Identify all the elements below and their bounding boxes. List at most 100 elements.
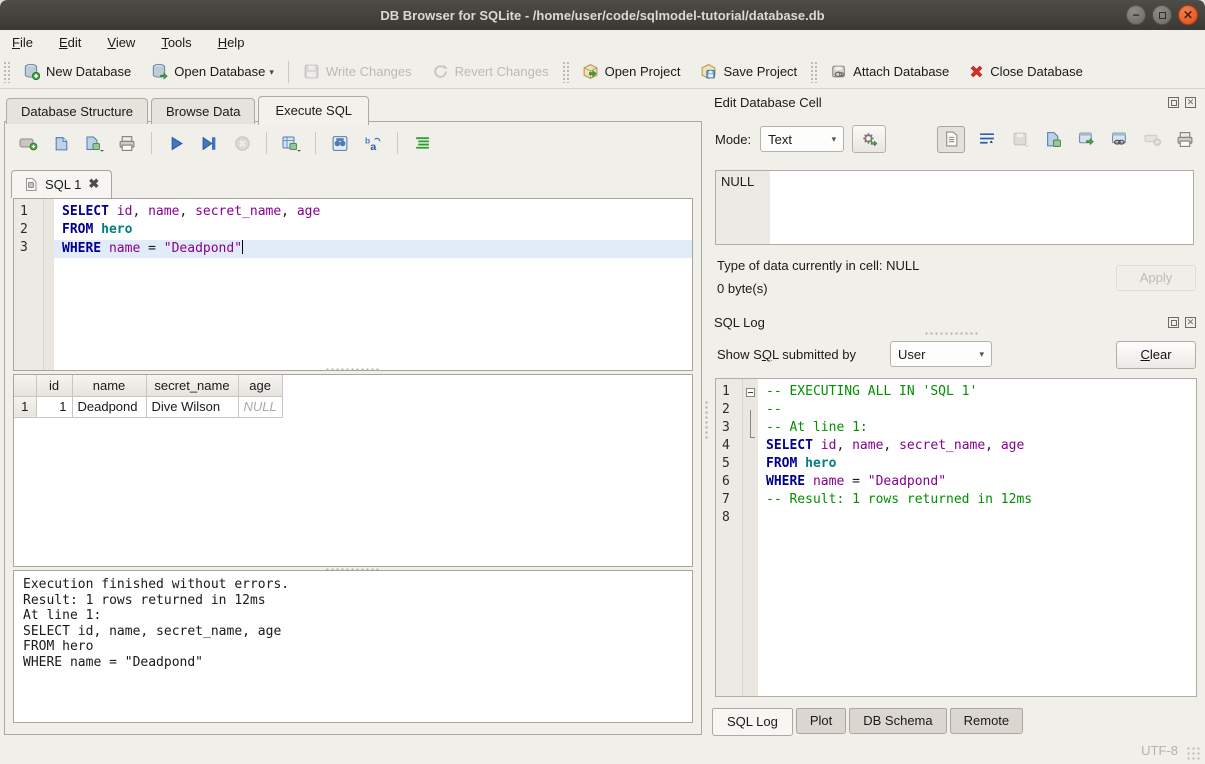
cell-value-gutter: NULL <box>716 171 770 244</box>
attach-database-label: Attach Database <box>853 64 949 79</box>
editor-text-area[interactable]: SELECT id, name, secret_name, age FROM h… <box>54 199 692 370</box>
results-header-row: id name secret_name age <box>14 375 282 396</box>
sql-log-view[interactable]: 12 34 56 78 -- EXECUTING ALL IN 'SQL 1' … <box>715 378 1197 697</box>
gear-icon <box>861 131 878 148</box>
print-cell-button[interactable] <box>1174 127 1196 151</box>
cell-secret-name[interactable]: Dive Wilson <box>146 396 238 417</box>
close-dock-icon[interactable]: ✕ <box>1185 317 1196 328</box>
corner-header-cell[interactable] <box>14 375 36 396</box>
open-project-button[interactable]: Open Project <box>572 59 691 84</box>
cell-age[interactable]: NULL <box>238 396 282 417</box>
column-header-id[interactable]: id <box>36 375 72 396</box>
find-button[interactable] <box>327 131 353 155</box>
cell-value-text-area[interactable] <box>770 171 1193 244</box>
main-tab-bar: Database Structure Browse Data Execute S… <box>6 96 372 124</box>
cell-id[interactable]: 1 <box>36 396 72 417</box>
menu-bar: File Edit View Tools Help <box>0 30 1205 55</box>
close-button[interactable]: ✕ <box>1178 5 1198 25</box>
mode-select[interactable]: Text ▾ <box>760 126 844 152</box>
toolbar-grip-3[interactable] <box>810 61 817 83</box>
dock-splitter[interactable] <box>924 332 980 335</box>
sql-tab-label: SQL 1 <box>45 177 81 192</box>
column-header-age[interactable]: age <box>238 375 282 396</box>
new-database-button[interactable]: New Database <box>13 59 141 84</box>
filter-label: Show SQL submitted by <box>717 347 856 362</box>
results-grid: id name secret_name age 1 1 Deadpond Div… <box>13 374 693 567</box>
sql-toolbar: ba <box>15 130 435 156</box>
new-database-label: New Database <box>46 64 131 79</box>
dock-tab-db-schema[interactable]: DB Schema <box>849 708 946 734</box>
log-fold-margin[interactable] <box>743 379 758 696</box>
column-header-secret-name[interactable]: secret_name <box>146 375 238 396</box>
word-wrap-button[interactable] <box>976 127 998 151</box>
close-database-button[interactable]: Close Database <box>959 60 1093 83</box>
export-from-cell-button[interactable] <box>1042 127 1064 151</box>
save-results-button[interactable] <box>278 131 304 155</box>
sql-1-tab[interactable]: SQL 1 ✖ <box>11 170 112 198</box>
format-sql-button[interactable] <box>409 131 435 155</box>
toolbar-grip[interactable] <box>3 61 10 83</box>
open-database-button[interactable]: Open Database ▾ <box>141 59 284 84</box>
close-database-label: Close Database <box>990 64 1083 79</box>
editor-results-splitter[interactable] <box>325 368 381 371</box>
encoding-indicator[interactable]: UTF-8 <box>1141 743 1178 758</box>
dock-tab-plot[interactable]: Plot <box>796 708 846 734</box>
close-dock-icon[interactable]: ✕ <box>1185 97 1196 108</box>
save-sql-file-button[interactable] <box>81 131 107 155</box>
write-changes-button[interactable]: Write Changes <box>293 59 422 84</box>
right-dock: Edit Database Cell ✕ Mode: Text ▾ <box>712 92 1200 742</box>
execute-current-line-button[interactable] <box>196 131 222 155</box>
apply-button[interactable]: Apply <box>1116 265 1196 291</box>
new-sql-tab-button[interactable] <box>15 131 41 155</box>
stop-execution-button[interactable] <box>229 131 255 155</box>
write-changes-icon <box>303 63 320 80</box>
close-database-icon <box>969 64 984 79</box>
tab-execute-sql[interactable]: Execute SQL <box>258 96 369 125</box>
save-project-button[interactable]: Save Project <box>690 59 807 84</box>
float-dock-icon[interactable] <box>1168 97 1179 108</box>
mode-value: Text <box>768 132 792 147</box>
open-project-label: Open Project <box>605 64 681 79</box>
attach-database-button[interactable]: Attach Database <box>820 59 959 84</box>
close-sql-tab-icon[interactable]: ✖ <box>88 176 99 192</box>
menu-view[interactable]: View <box>107 35 135 50</box>
find-replace-button[interactable]: ba <box>360 131 386 155</box>
maximize-button[interactable] <box>1152 5 1172 25</box>
menu-file[interactable]: File <box>12 35 33 50</box>
submitted-by-select[interactable]: User ▾ <box>890 341 992 367</box>
sql-editor[interactable]: 1 2 3 SELECT id, name, secret_name, age … <box>13 198 693 371</box>
open-database-dropdown-arrow[interactable]: ▾ <box>269 67 274 80</box>
open-sql-file-button[interactable] <box>48 131 74 155</box>
cell-value-editor[interactable]: NULL <box>715 170 1194 245</box>
copy-link-button[interactable] <box>1108 127 1130 151</box>
revert-changes-button[interactable]: Revert Changes <box>422 59 559 84</box>
import-to-cell-button[interactable] <box>1009 127 1031 151</box>
set-null-button[interactable] <box>1141 127 1163 151</box>
menu-help[interactable]: Help <box>218 35 245 50</box>
tab-database-structure[interactable]: Database Structure <box>6 98 148 124</box>
clear-log-button[interactable]: Clear <box>1116 341 1196 369</box>
dock-tab-sql-log[interactable]: SQL Log <box>712 708 793 736</box>
text-mode-button[interactable] <box>937 126 965 153</box>
fold-marker-icon[interactable] <box>746 388 755 397</box>
menu-edit[interactable]: Edit <box>59 35 81 50</box>
open-in-external-app-button[interactable] <box>1075 127 1097 151</box>
menu-tools[interactable]: Tools <box>161 35 191 50</box>
minimize-button[interactable]: − <box>1126 5 1146 25</box>
execute-sql-panel: ba SQL 1 ✖ 1 2 3 SELECT id, name, secret… <box>4 121 702 735</box>
cell-name[interactable]: Deadpond <box>72 396 146 417</box>
tab-browse-data[interactable]: Browse Data <box>151 98 255 124</box>
chevron-down-icon: ▾ <box>979 349 984 360</box>
resize-grip[interactable] <box>1186 746 1200 760</box>
dock-tab-remote[interactable]: Remote <box>950 708 1024 734</box>
text-cursor <box>242 240 243 254</box>
print-sql-button[interactable] <box>114 131 140 155</box>
panel-splitter[interactable] <box>704 400 709 440</box>
execute-sql-button[interactable] <box>163 131 189 155</box>
row-header[interactable]: 1 <box>14 396 36 417</box>
float-dock-icon[interactable] <box>1168 317 1179 328</box>
toolbar-grip-2[interactable] <box>562 61 569 83</box>
mode-label: Mode: <box>715 132 751 147</box>
auto-switch-mode-button[interactable] <box>852 125 886 153</box>
column-header-name[interactable]: name <box>72 375 146 396</box>
